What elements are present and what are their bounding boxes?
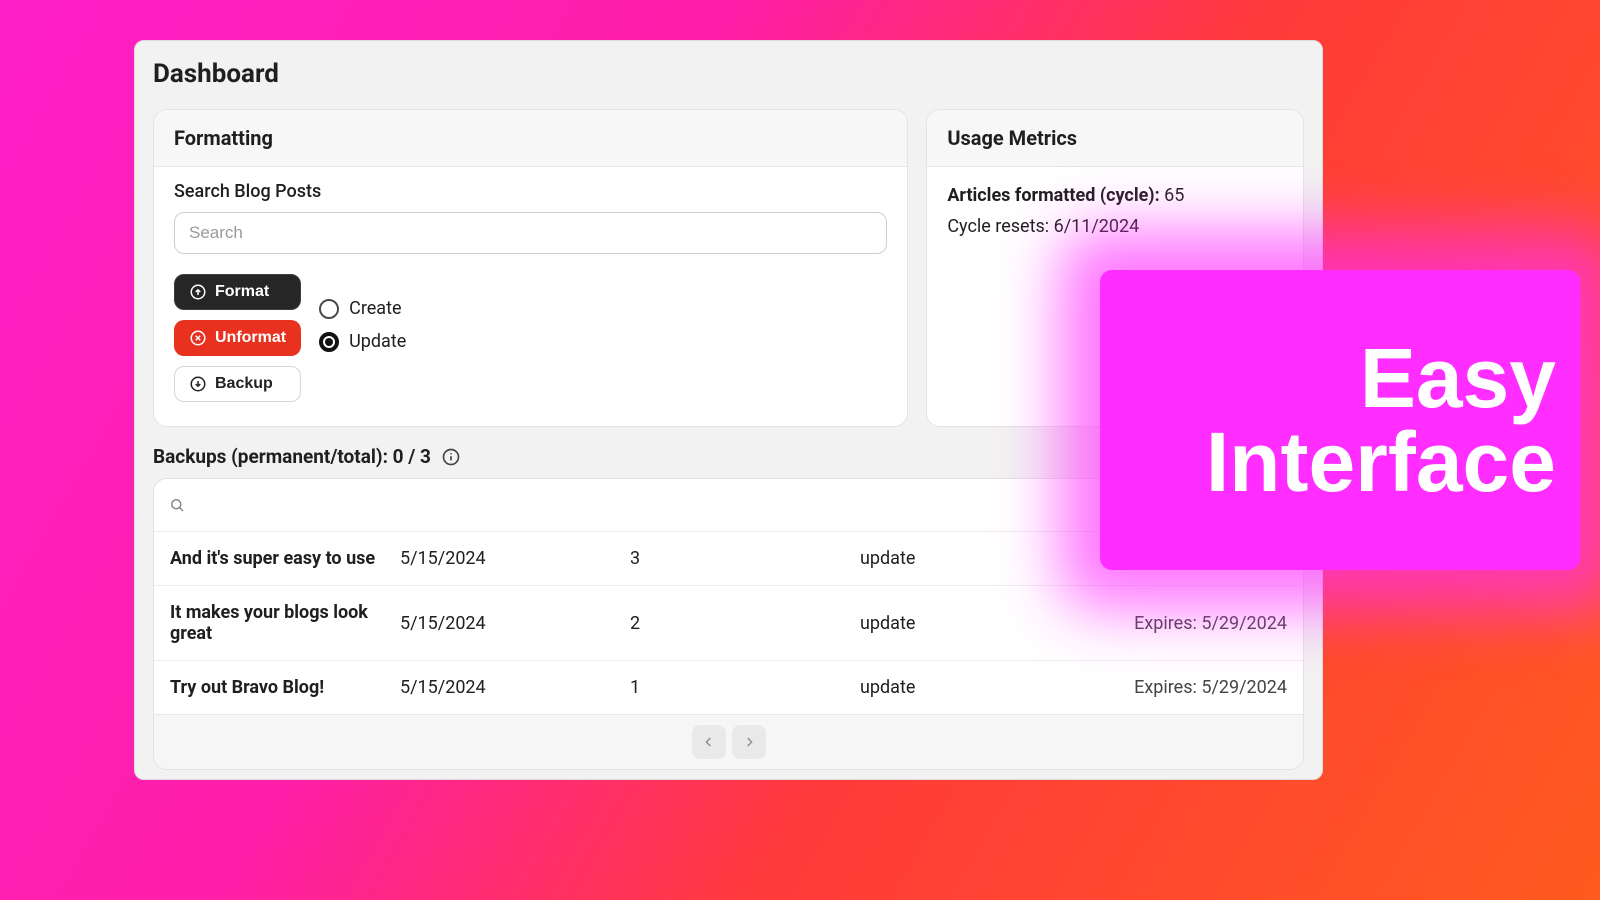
radio-icon: [319, 299, 339, 319]
mode-create-label: Create: [349, 298, 401, 319]
download-circle-icon: [189, 375, 207, 393]
page-next-button[interactable]: [732, 725, 766, 759]
unformat-button[interactable]: Unformat: [174, 320, 301, 356]
row-title: Try out Bravo Blog!: [170, 677, 400, 698]
mode-radio-update[interactable]: Update: [319, 331, 406, 352]
mode-radio-create[interactable]: Create: [319, 298, 406, 319]
row-date: 5/15/2024: [400, 677, 630, 698]
upload-circle-icon: [189, 283, 207, 301]
mode-update-label: Update: [349, 331, 406, 352]
row-count: 1: [630, 677, 860, 698]
row-count: 3: [630, 548, 860, 569]
page-title: Dashboard: [135, 41, 1322, 109]
formatting-card: Formatting Search Blog Posts Format: [153, 109, 908, 427]
action-buttons: Format Unformat: [174, 274, 301, 402]
row-action: update: [860, 548, 1080, 569]
promo-overlay: Easy Interface: [1100, 270, 1580, 570]
table-row[interactable]: It makes your blogs look great5/15/20242…: [154, 586, 1303, 661]
row-title: It makes your blogs look great: [170, 602, 400, 644]
metrics-articles-line: Articles formatted (cycle): 65: [947, 181, 1283, 212]
row-count: 2: [630, 613, 860, 634]
row-expires: Expires: 5/29/2024: [1080, 677, 1287, 698]
search-icon: [168, 496, 186, 514]
metrics-body: Articles formatted (cycle): 65 Cycle res…: [927, 167, 1303, 266]
metrics-articles-label: Articles formatted (cycle):: [947, 185, 1159, 206]
row-title: And it's super easy to use: [170, 548, 400, 569]
backups-heading-text: Backups (permanent/total): 0 / 3: [153, 445, 431, 468]
formatting-body: Search Blog Posts Format: [154, 167, 907, 426]
search-posts-input[interactable]: [174, 212, 887, 254]
page-prev-button[interactable]: [692, 725, 726, 759]
row-action: update: [860, 613, 1080, 634]
format-button[interactable]: Format: [174, 274, 301, 310]
promo-line-2: Interface: [1206, 420, 1556, 504]
row-expires: Expires: 5/29/2024: [1080, 613, 1287, 634]
format-button-label: Format: [215, 283, 269, 301]
metrics-header: Usage Metrics: [927, 110, 1303, 167]
metrics-resets-value: 6/11/2024: [1054, 216, 1140, 237]
backup-button-label: Backup: [215, 375, 273, 393]
unformat-button-label: Unformat: [215, 329, 286, 347]
chevron-right-icon: [741, 734, 757, 750]
search-posts-label: Search Blog Posts: [174, 181, 887, 202]
metrics-resets-line: Cycle resets: 6/11/2024: [947, 212, 1283, 243]
chevron-left-icon: [701, 734, 717, 750]
metrics-resets-label: Cycle resets:: [947, 216, 1049, 237]
row-action: update: [860, 677, 1080, 698]
table-pagination: [154, 714, 1303, 769]
backup-button[interactable]: Backup: [174, 366, 301, 402]
promo-line-1: Easy: [1360, 336, 1556, 420]
info-icon[interactable]: [441, 447, 461, 467]
formatting-controls: Format Unformat: [174, 274, 887, 402]
table-row[interactable]: Try out Bravo Blog!5/15/20241updateExpir…: [154, 661, 1303, 714]
mode-radio-group: Create Update: [319, 274, 406, 352]
radio-icon: [319, 332, 339, 352]
metrics-articles-value: 65: [1164, 185, 1184, 206]
row-date: 5/15/2024: [400, 548, 630, 569]
formatting-header: Formatting: [154, 110, 907, 167]
row-date: 5/15/2024: [400, 613, 630, 634]
cancel-circle-icon: [189, 329, 207, 347]
